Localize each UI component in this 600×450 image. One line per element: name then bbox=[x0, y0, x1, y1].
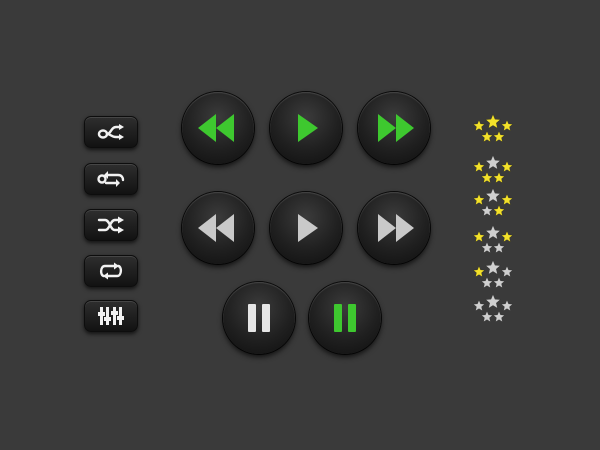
infinity-shuffle-icon bbox=[97, 124, 124, 140]
star-empty-icon[interactable] bbox=[480, 241, 494, 254]
play-icon bbox=[298, 114, 318, 142]
pause-icon bbox=[334, 304, 356, 332]
play-icon bbox=[298, 214, 318, 242]
repeat-icon bbox=[99, 262, 123, 280]
star-filled-icon[interactable] bbox=[480, 171, 494, 184]
rewind-icon bbox=[198, 214, 234, 242]
pause-icon bbox=[248, 304, 270, 332]
star-filled-icon[interactable] bbox=[472, 119, 486, 132]
star-rating[interactable] bbox=[470, 259, 516, 290]
fast-forward-button-gray[interactable] bbox=[358, 192, 430, 264]
fast-forward-icon bbox=[378, 114, 414, 142]
star-rating[interactable] bbox=[470, 113, 516, 144]
star-filled-icon[interactable] bbox=[492, 171, 506, 184]
star-empty-icon[interactable] bbox=[472, 299, 486, 312]
play-button-gray[interactable] bbox=[270, 192, 342, 264]
star-rating[interactable] bbox=[470, 154, 516, 185]
star-rating-graphic bbox=[472, 293, 514, 323]
star-filled-icon[interactable] bbox=[492, 204, 506, 217]
star-empty-icon[interactable] bbox=[485, 187, 501, 203]
fast-forward-button-green[interactable] bbox=[358, 92, 430, 164]
fast-forward-icon bbox=[378, 214, 414, 242]
star-filled-icon[interactable] bbox=[472, 230, 486, 243]
shuffle-icon bbox=[97, 216, 124, 234]
star-empty-icon[interactable] bbox=[485, 259, 501, 275]
equalizer-icon bbox=[98, 307, 124, 325]
star-empty-icon[interactable] bbox=[492, 241, 506, 254]
star-filled-icon[interactable] bbox=[500, 193, 514, 206]
star-empty-icon[interactable] bbox=[492, 310, 506, 323]
star-empty-icon[interactable] bbox=[485, 293, 501, 309]
star-filled-icon[interactable] bbox=[492, 130, 506, 143]
star-filled-icon[interactable] bbox=[472, 193, 486, 206]
infinity-repeat-icon bbox=[97, 171, 125, 187]
star-rating[interactable] bbox=[470, 224, 516, 255]
star-empty-icon[interactable] bbox=[485, 154, 501, 170]
star-empty-icon[interactable] bbox=[480, 276, 494, 289]
rewind-button-green[interactable] bbox=[182, 92, 254, 164]
star-rating[interactable] bbox=[470, 293, 516, 324]
star-filled-icon[interactable] bbox=[500, 119, 514, 132]
star-rating-graphic bbox=[472, 154, 514, 184]
star-rating-graphic bbox=[472, 259, 514, 289]
star-empty-icon[interactable] bbox=[480, 310, 494, 323]
repeat-button[interactable] bbox=[84, 255, 138, 287]
rewind-icon bbox=[198, 114, 234, 142]
media-controls-sheet bbox=[0, 0, 600, 450]
star-rating-graphic bbox=[472, 187, 514, 217]
star-filled-icon[interactable] bbox=[480, 130, 494, 143]
star-filled-icon[interactable] bbox=[500, 160, 514, 173]
star-empty-icon[interactable] bbox=[480, 204, 494, 217]
infinite-repeat-button[interactable] bbox=[84, 163, 138, 195]
star-rating[interactable] bbox=[470, 187, 516, 218]
play-button-green[interactable] bbox=[270, 92, 342, 164]
star-empty-icon[interactable] bbox=[500, 299, 514, 312]
star-empty-icon[interactable] bbox=[485, 224, 501, 240]
star-rating-graphic bbox=[472, 113, 514, 143]
star-empty-icon[interactable] bbox=[492, 276, 506, 289]
equalizer-button[interactable] bbox=[84, 300, 138, 332]
pause-button-white[interactable] bbox=[223, 282, 295, 354]
pause-button-green[interactable] bbox=[309, 282, 381, 354]
star-filled-icon[interactable] bbox=[485, 113, 501, 129]
infinite-shuffle-button[interactable] bbox=[84, 116, 138, 148]
rewind-button-gray[interactable] bbox=[182, 192, 254, 264]
star-filled-icon[interactable] bbox=[472, 265, 486, 278]
star-empty-icon[interactable] bbox=[500, 265, 514, 278]
star-rating-graphic bbox=[472, 224, 514, 254]
shuffle-button[interactable] bbox=[84, 209, 138, 241]
star-filled-icon[interactable] bbox=[500, 230, 514, 243]
star-filled-icon[interactable] bbox=[472, 160, 486, 173]
